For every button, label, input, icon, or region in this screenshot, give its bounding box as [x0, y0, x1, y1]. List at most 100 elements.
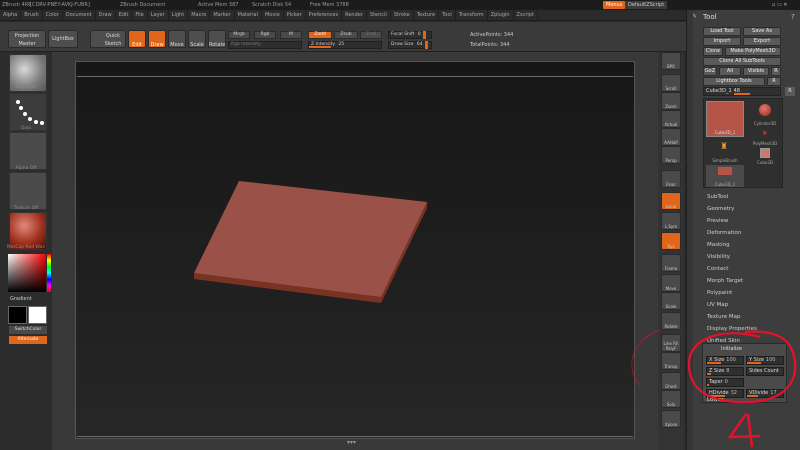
shelf-label: L.Sym: [664, 224, 678, 229]
shelf-rotate[interactable]: Rotate: [661, 312, 681, 330]
shelf-move[interactable]: Move: [661, 274, 681, 292]
shelf-label: Rotate: [664, 324, 678, 329]
shelf-label: AAHalf: [664, 140, 678, 145]
shelf-actual[interactable]: Actual: [661, 110, 681, 128]
subpalette-contact[interactable]: Contact: [707, 266, 728, 272]
subpalette-texture-map[interactable]: Texture Map: [707, 314, 741, 320]
vdivide-slider[interactable]: VDivide 17: [746, 389, 784, 398]
shelf-ghost[interactable]: Ghost: [661, 372, 681, 390]
shelf-local[interactable]: Local: [661, 192, 681, 210]
taper-label: Taper: [709, 379, 723, 385]
tray-scroll-strip[interactable]: [687, 10, 693, 450]
shelf-label: Xyz: [667, 244, 675, 249]
hdivide-value: 32: [730, 390, 737, 396]
shelf-label: BPR: [667, 64, 675, 69]
shelf-line-fill-polyf[interactable]: Line Fill PolyF: [661, 334, 681, 352]
goz-visible-button[interactable]: Visible: [743, 67, 769, 76]
load-tool-button[interactable]: Load Tool: [703, 27, 741, 36]
tray-title: Tool: [703, 13, 717, 21]
shelf-scale[interactable]: Scale: [661, 292, 681, 310]
taper-slider[interactable]: Taper 0: [706, 378, 744, 387]
current-tool-r-button[interactable]: R: [785, 87, 795, 96]
lightbox-tools-button[interactable]: Lightbox Tools: [703, 77, 765, 86]
shelf-zoom[interactable]: Zoom: [661, 92, 681, 110]
clone-button[interactable]: Clone: [703, 47, 723, 56]
tool-tray: ✎ Tool ? Load Tool Save As Import Export…: [686, 10, 800, 450]
export-button[interactable]: Export: [743, 37, 781, 46]
current-tool-slider[interactable]: Cube3D_1 48: [703, 87, 781, 96]
taper-fill: [707, 384, 709, 386]
goz-all-button[interactable]: All: [719, 67, 741, 76]
x-size-slider[interactable]: X Size 100: [706, 356, 744, 365]
shelf-label: Persp: [665, 158, 677, 163]
slab-icon: [718, 167, 732, 175]
shelf-floor[interactable]: Floor: [661, 170, 681, 188]
thumb-label: PolyMesh3D: [752, 141, 778, 146]
shelf-xpose[interactable]: Xpose: [661, 410, 681, 428]
vdivide-fill: [747, 395, 758, 397]
goz-button[interactable]: GoZ: [703, 67, 717, 76]
shelf-persp[interactable]: Persp: [661, 146, 681, 164]
shelf-solo[interactable]: Solo: [661, 390, 681, 408]
goz-r-button[interactable]: R: [771, 67, 781, 76]
x-size-fill: [707, 362, 722, 364]
shelf-bpr[interactable]: BPR: [661, 52, 681, 70]
shelf-label: Local: [665, 204, 677, 209]
subpalette-polypaint[interactable]: Polypaint: [707, 290, 732, 296]
subpalette-geometry[interactable]: Geometry: [707, 206, 734, 212]
thumb-simplebrush[interactable]: ♜ SimpleBrush: [706, 141, 744, 163]
sides-count-label: Sides Count: [749, 368, 779, 374]
z-size-value: 8: [726, 368, 730, 374]
taper-value: 0: [724, 379, 728, 385]
lightbox-tools-r-button[interactable]: R: [767, 77, 781, 86]
subpalette-deformation[interactable]: Deformation: [707, 230, 741, 236]
shelf-label: Xpose: [664, 422, 678, 427]
subpalette-visibility[interactable]: Visibility: [707, 254, 730, 260]
shelf-aahalf[interactable]: AAHalf: [661, 128, 681, 146]
initialize-title: Initialize: [721, 346, 742, 352]
shelf-label: Solo: [666, 402, 676, 407]
shelf-frame[interactable]: Frame: [661, 254, 681, 272]
shelf-scroll[interactable]: Scroll: [661, 74, 681, 92]
tool-thumbnails: Cube3D_1 Cylinder3D ✶ PolyMesh3D ♜ Simpl…: [703, 98, 783, 188]
subpalette-preview[interactable]: Preview: [707, 218, 728, 224]
current-tool-slider-fill: [734, 93, 750, 95]
thumb-cube3d-1-selected[interactable]: Cube3D_1: [706, 101, 744, 137]
make-polymesh-button[interactable]: Make PolyMesh3D: [725, 47, 781, 56]
tray-close-icon[interactable]: ?: [791, 13, 795, 21]
thumb-label: Cylinder3D: [753, 121, 777, 126]
shelf-label: Actual: [664, 122, 678, 127]
tray-toggle-icon[interactable]: ▾▾▾: [347, 439, 361, 446]
y-size-value: 100: [765, 357, 776, 363]
subpalette-lower[interactable]: Lower: [707, 397, 723, 403]
sides-count-slider[interactable]: Sides Count: [746, 367, 784, 376]
shelf-label: Frame: [664, 266, 678, 271]
thumb-cube3d[interactable]: Cube3D: [748, 147, 782, 165]
subpalette-morph-target[interactable]: Morph Target: [707, 278, 743, 284]
shelf-xyz[interactable]: Xyz: [661, 232, 681, 250]
y-size-slider[interactable]: Y Size 100: [746, 356, 784, 365]
subpalette-subtool[interactable]: SubTool: [707, 194, 728, 200]
clone-all-subtools-button[interactable]: Clone All SubTools: [703, 57, 781, 66]
import-button[interactable]: Import: [703, 37, 741, 46]
z-size-slider[interactable]: Z Size 8: [706, 367, 744, 376]
shelf-label: Scroll: [665, 86, 677, 91]
z-size-label: Z Size: [709, 368, 725, 374]
current-tool-name: Cube3D_1: [706, 88, 732, 94]
thumb-label: Cube3D_1: [714, 182, 736, 187]
cylinder-icon: [759, 104, 771, 116]
thumb-polymesh3d[interactable]: ✶ PolyMesh3D: [748, 128, 782, 146]
shelf-label: Scale: [665, 304, 677, 309]
subpalette-uv-map[interactable]: UV Map: [707, 302, 728, 308]
shelf-transp[interactable]: Transp: [661, 352, 681, 370]
simplebrush-icon: ♜: [720, 142, 729, 152]
z-size-fill: [707, 373, 711, 375]
thumb-cube3d-1[interactable]: Cube3D_1: [706, 165, 744, 187]
shelf-label: Floor: [666, 182, 676, 187]
save-as-button[interactable]: Save As: [743, 27, 781, 36]
subpalette-masking[interactable]: Masking: [707, 242, 730, 248]
shelf-l-sym[interactable]: L.Sym: [661, 212, 681, 230]
shelf-label: Zoom: [665, 104, 677, 109]
subpalette-display-properties[interactable]: Display Properties: [707, 326, 757, 332]
thumb-cylinder3d[interactable]: Cylinder3D: [748, 101, 782, 127]
